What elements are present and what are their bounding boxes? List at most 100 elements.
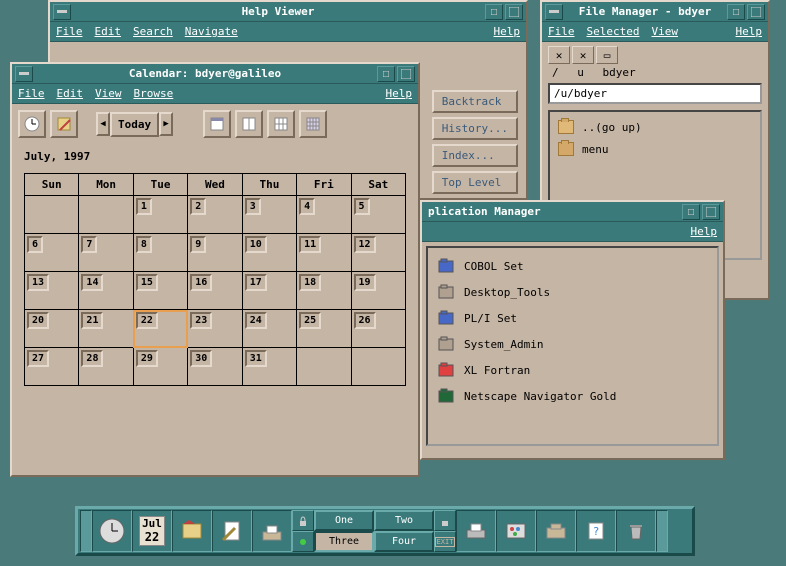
nav-home-button[interactable]: ▭ [596,46,618,64]
calendar-day-cell[interactable]: 8 [133,234,187,272]
calendar-day-cell[interactable]: 31 [242,348,296,386]
dock-trash[interactable] [616,510,656,552]
calendar-day-cell[interactable]: 12 [351,234,405,272]
week-view-button[interactable] [235,110,263,138]
month-view-button[interactable] [267,110,295,138]
menu-edit[interactable]: Edit [57,87,84,100]
calendar-day-cell[interactable]: 4 [297,196,351,234]
maximize-button[interactable] [397,66,415,82]
calendar-day-cell[interactable]: 3 [242,196,296,234]
calendar-day-cell[interactable]: 10 [242,234,296,272]
calendar-day-cell[interactable]: 18 [297,272,351,310]
file-item-menu[interactable]: menu [558,142,752,156]
calendar-day-cell[interactable]: 26 [351,310,405,348]
menu-search[interactable]: Search [133,25,173,38]
today-button[interactable]: Today [110,112,159,137]
app-item[interactable]: PL/I Set [438,310,707,326]
menu-file[interactable]: File [18,87,45,100]
top-level-button[interactable]: Top Level [432,171,518,194]
menu-help[interactable]: Help [386,87,413,100]
dock-handle-right[interactable] [656,510,668,552]
dock-app-manager[interactable] [536,510,576,552]
app-item[interactable]: COBOL Set [438,258,707,274]
calendar-day-cell[interactable]: 19 [351,272,405,310]
calendar-day-cell[interactable]: 11 [297,234,351,272]
calendar-day-cell[interactable]: 14 [79,272,133,310]
file-item-goup[interactable]: ..(go up) [558,120,752,134]
dock-personal[interactable] [172,510,212,552]
dock-printer[interactable] [456,510,496,552]
menu-view[interactable]: View [651,25,678,38]
calendar-day-cell[interactable]: 2 [188,196,242,234]
dock-help[interactable]: ? [576,510,616,552]
menu-help[interactable]: Help [494,25,521,38]
dock-mail[interactable] [252,510,292,552]
exit-button[interactable]: EXIT [434,531,456,552]
minimize-button[interactable] [727,4,745,20]
minimize-button[interactable] [377,66,395,82]
menu-help[interactable]: Help [736,25,763,38]
maximize-button[interactable] [702,204,720,220]
workspace-button[interactable]: One [314,510,374,531]
calendar-day-cell[interactable]: 9 [188,234,242,272]
menu-file[interactable]: File [548,25,575,38]
breadcrumb-u[interactable]: u [577,66,584,79]
window-menu-button[interactable] [15,66,33,82]
menu-navigate[interactable]: Navigate [185,25,238,38]
nav-fwd-button[interactable]: ✕ [572,46,594,64]
next-button[interactable]: ▶ [159,112,173,136]
calendar-day-cell[interactable]: 7 [79,234,133,272]
app-item[interactable]: Netscape Navigator Gold [438,388,707,404]
app-manager-titlebar[interactable]: plication Manager [422,202,723,222]
workspace-button[interactable]: Two [374,510,434,531]
calendar-day-cell[interactable]: 30 [188,348,242,386]
dock-text-editor[interactable] [212,510,252,552]
calendar-day-cell[interactable]: 24 [242,310,296,348]
calendar-day-cell[interactable]: 6 [25,234,79,272]
calendar-day-cell[interactable]: 15 [133,272,187,310]
workspace-button[interactable]: Four [374,531,434,552]
maximize-button[interactable] [747,4,765,20]
calendar-day-cell[interactable]: 28 [79,348,133,386]
prev-button[interactable]: ◀ [96,112,110,136]
year-view-button[interactable] [299,110,327,138]
menu-browse[interactable]: Browse [134,87,174,100]
dock-calendar[interactable]: Jul22 [132,510,172,552]
minimize-button[interactable] [485,4,503,20]
menu-file[interactable]: File [56,25,83,38]
menu-selected[interactable]: Selected [587,25,640,38]
help-viewer-titlebar[interactable]: Help Viewer [50,2,526,22]
calendar-day-cell[interactable]: 29 [133,348,187,386]
app-item[interactable]: XL Fortran [438,362,707,378]
calendar-day-cell[interactable]: 27 [25,348,79,386]
minimize-button[interactable] [682,204,700,220]
menu-edit[interactable]: Edit [95,25,122,38]
calendar-day-cell[interactable]: 1 [133,196,187,234]
calendar-day-cell[interactable]: 23 [188,310,242,348]
edit-appointment-button[interactable] [50,110,78,138]
menu-help[interactable]: Help [691,225,718,238]
history-button[interactable]: History... [432,117,518,140]
app-item[interactable]: System_Admin [438,336,707,352]
calendar-day-cell[interactable]: 20 [25,310,79,348]
window-menu-button[interactable] [53,4,71,20]
path-field[interactable]: /u/bdyer [548,83,762,104]
backtrack-button[interactable]: Backtrack [432,90,518,113]
appointment-button[interactable] [18,110,46,138]
unlock-button[interactable] [434,510,456,531]
index-button[interactable]: Index... [432,144,518,167]
dock-clock[interactable] [92,510,132,552]
calendar-titlebar[interactable]: Calendar: bdyer@galileo [12,64,418,84]
calendar-day-cell[interactable]: 16 [188,272,242,310]
window-menu-button[interactable] [545,4,563,20]
lock-button[interactable] [292,510,314,531]
calendar-day-cell[interactable]: 5 [351,196,405,234]
calendar-day-cell[interactable]: 22 [133,310,187,348]
maximize-button[interactable] [505,4,523,20]
dock-handle-left[interactable] [80,510,92,552]
app-item[interactable]: Desktop_Tools [438,284,707,300]
workspace-button[interactable]: Three [314,531,374,552]
calendar-day-cell[interactable]: 13 [25,272,79,310]
calendar-day-cell[interactable]: 21 [79,310,133,348]
nav-back-button[interactable]: ✕ [548,46,570,64]
